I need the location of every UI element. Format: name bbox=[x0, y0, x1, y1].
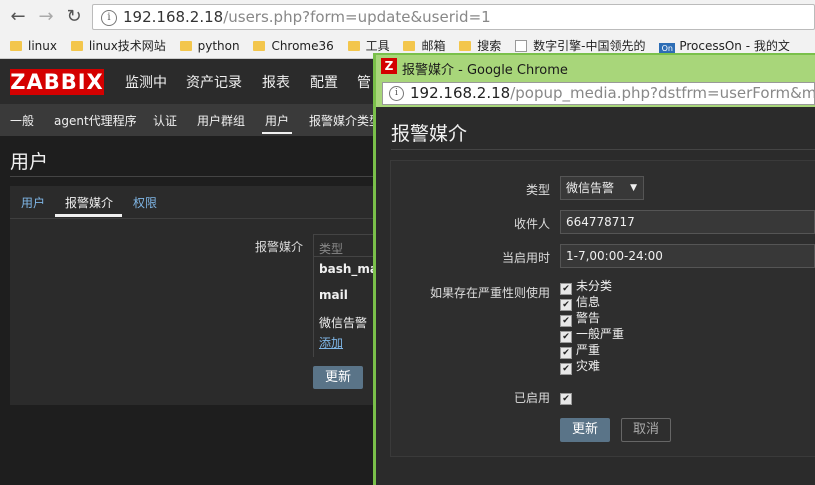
subnav-users[interactable]: 用户 bbox=[265, 112, 289, 129]
zabbix-favicon-icon: Z bbox=[381, 58, 397, 74]
tab-permissions[interactable]: 权限 bbox=[133, 194, 157, 211]
active-subnav-indicator bbox=[262, 132, 292, 134]
severity-warning[interactable]: ✔ 警告 bbox=[560, 310, 624, 327]
url-path: /users.php?form=update&userid=1 bbox=[223, 8, 491, 26]
address-bar[interactable]: i 192.168.2.18/users.php?form=update&user… bbox=[92, 4, 815, 30]
severity-disaster[interactable]: ✔ 灾难 bbox=[560, 358, 624, 375]
add-media-link[interactable]: 添加 bbox=[319, 334, 343, 351]
bookmark-item[interactable]: python bbox=[179, 34, 240, 58]
menu-administration[interactable]: 管 bbox=[357, 72, 371, 92]
divider bbox=[314, 256, 376, 257]
checkbox-checked-icon[interactable]: ✔ bbox=[560, 393, 572, 405]
column-header-type: 类型 bbox=[319, 242, 344, 256]
info-icon[interactable]: i bbox=[101, 9, 117, 26]
zabbix-logo[interactable]: ZABBIX bbox=[10, 69, 104, 95]
menu-reports[interactable]: 报表 bbox=[262, 72, 290, 92]
sendto-label: 收件人 bbox=[513, 217, 550, 231]
enabled-checkbox[interactable]: ✔ bbox=[560, 389, 576, 405]
forward-arrow-icon[interactable]: → bbox=[34, 5, 58, 29]
bookmark-item[interactable]: linux bbox=[10, 34, 57, 58]
popup-heading: 报警媒介 bbox=[391, 123, 468, 145]
bookmark-item[interactable]: Chrome36 bbox=[253, 34, 334, 58]
popup-update-button[interactable]: 更新 bbox=[560, 418, 610, 442]
severity-high[interactable]: ✔ 严重 bbox=[560, 342, 624, 359]
folder-icon bbox=[403, 41, 416, 51]
popup-window-title: 报警媒介 - Google Chrome bbox=[402, 63, 568, 78]
bookmark-item[interactable]: linux技术网站 bbox=[70, 34, 166, 58]
media-table: 类型 bash_mail mail 微信告警 添加 bbox=[313, 234, 376, 357]
divider bbox=[10, 218, 375, 219]
menu-configuration[interactable]: 配置 bbox=[310, 72, 338, 92]
info-icon[interactable]: i bbox=[389, 86, 404, 101]
severity-average[interactable]: ✔ 一般严重 bbox=[560, 326, 624, 343]
media-label: 报警媒介 bbox=[255, 240, 304, 254]
cancel-button[interactable]: 取消 bbox=[621, 418, 671, 442]
severity-checklist: ✔ 未分类 ✔ 信息 ✔ 警告 ✔ 一般严重 ✔ 严重 ✔ 灾难 bbox=[560, 278, 624, 375]
subnav-media-types[interactable]: 报警媒介类型 bbox=[309, 112, 373, 129]
folder-icon bbox=[70, 41, 83, 51]
menu-inventory[interactable]: 资产记录 bbox=[186, 72, 242, 92]
tab-user[interactable]: 用户 bbox=[21, 194, 45, 211]
divider bbox=[10, 176, 375, 177]
type-label: 类型 bbox=[525, 183, 550, 197]
subnav-proxies[interactable]: agent代理程序 bbox=[54, 112, 137, 129]
popup-address-bar[interactable]: i 192.168.2.18/popup_media.php?dstfrm=use… bbox=[382, 82, 815, 105]
subnav-authentication[interactable]: 认证 bbox=[153, 112, 177, 129]
folder-icon bbox=[459, 41, 472, 51]
folder-icon bbox=[179, 41, 192, 51]
type-select[interactable]: 微信告警 ▼ bbox=[560, 176, 644, 200]
media-row-type: bash_mail bbox=[319, 262, 376, 276]
period-input[interactable]: 1-7,00:00-24:00 bbox=[560, 244, 815, 268]
active-tab-indicator bbox=[55, 214, 122, 217]
dropdown-arrow-icon: ▼ bbox=[630, 183, 637, 193]
update-button[interactable]: 更新 bbox=[313, 366, 363, 389]
period-label: 当启用时 bbox=[501, 251, 550, 265]
folder-icon bbox=[347, 41, 360, 51]
folder-icon bbox=[253, 41, 266, 51]
tab-media[interactable]: 报警媒介 bbox=[65, 194, 113, 211]
media-row-type: 微信告警 bbox=[319, 316, 368, 330]
url-host: 192.168.2.18 bbox=[410, 84, 511, 102]
reload-icon[interactable]: ↻ bbox=[62, 5, 86, 29]
severity-label: 如果存在严重性则使用 bbox=[429, 286, 550, 300]
severity-not-classified[interactable]: ✔ 未分类 bbox=[560, 278, 624, 295]
back-arrow-icon[interactable]: ← bbox=[6, 5, 30, 29]
type-select-value: 微信告警 bbox=[566, 181, 615, 195]
url-path: /popup_media.php?dstfrm=userForm&media=2 bbox=[510, 84, 815, 102]
url-host: 192.168.2.18 bbox=[123, 8, 224, 26]
media-row-type: mail bbox=[319, 288, 348, 302]
enabled-label: 已启用 bbox=[513, 391, 550, 405]
subnav-general[interactable]: 一般 bbox=[10, 112, 34, 129]
menu-monitoring[interactable]: 监测中 bbox=[125, 72, 167, 92]
folder-icon bbox=[10, 41, 22, 51]
severity-information[interactable]: ✔ 信息 bbox=[560, 294, 624, 311]
subnav-user-groups[interactable]: 用户群组 bbox=[197, 112, 245, 129]
sendto-input[interactable]: 664778717 bbox=[560, 210, 815, 234]
page-title: 用户 bbox=[10, 151, 49, 173]
checkbox-checked-icon[interactable]: ✔ bbox=[560, 363, 572, 375]
page-icon bbox=[515, 40, 528, 52]
divider bbox=[391, 149, 815, 150]
